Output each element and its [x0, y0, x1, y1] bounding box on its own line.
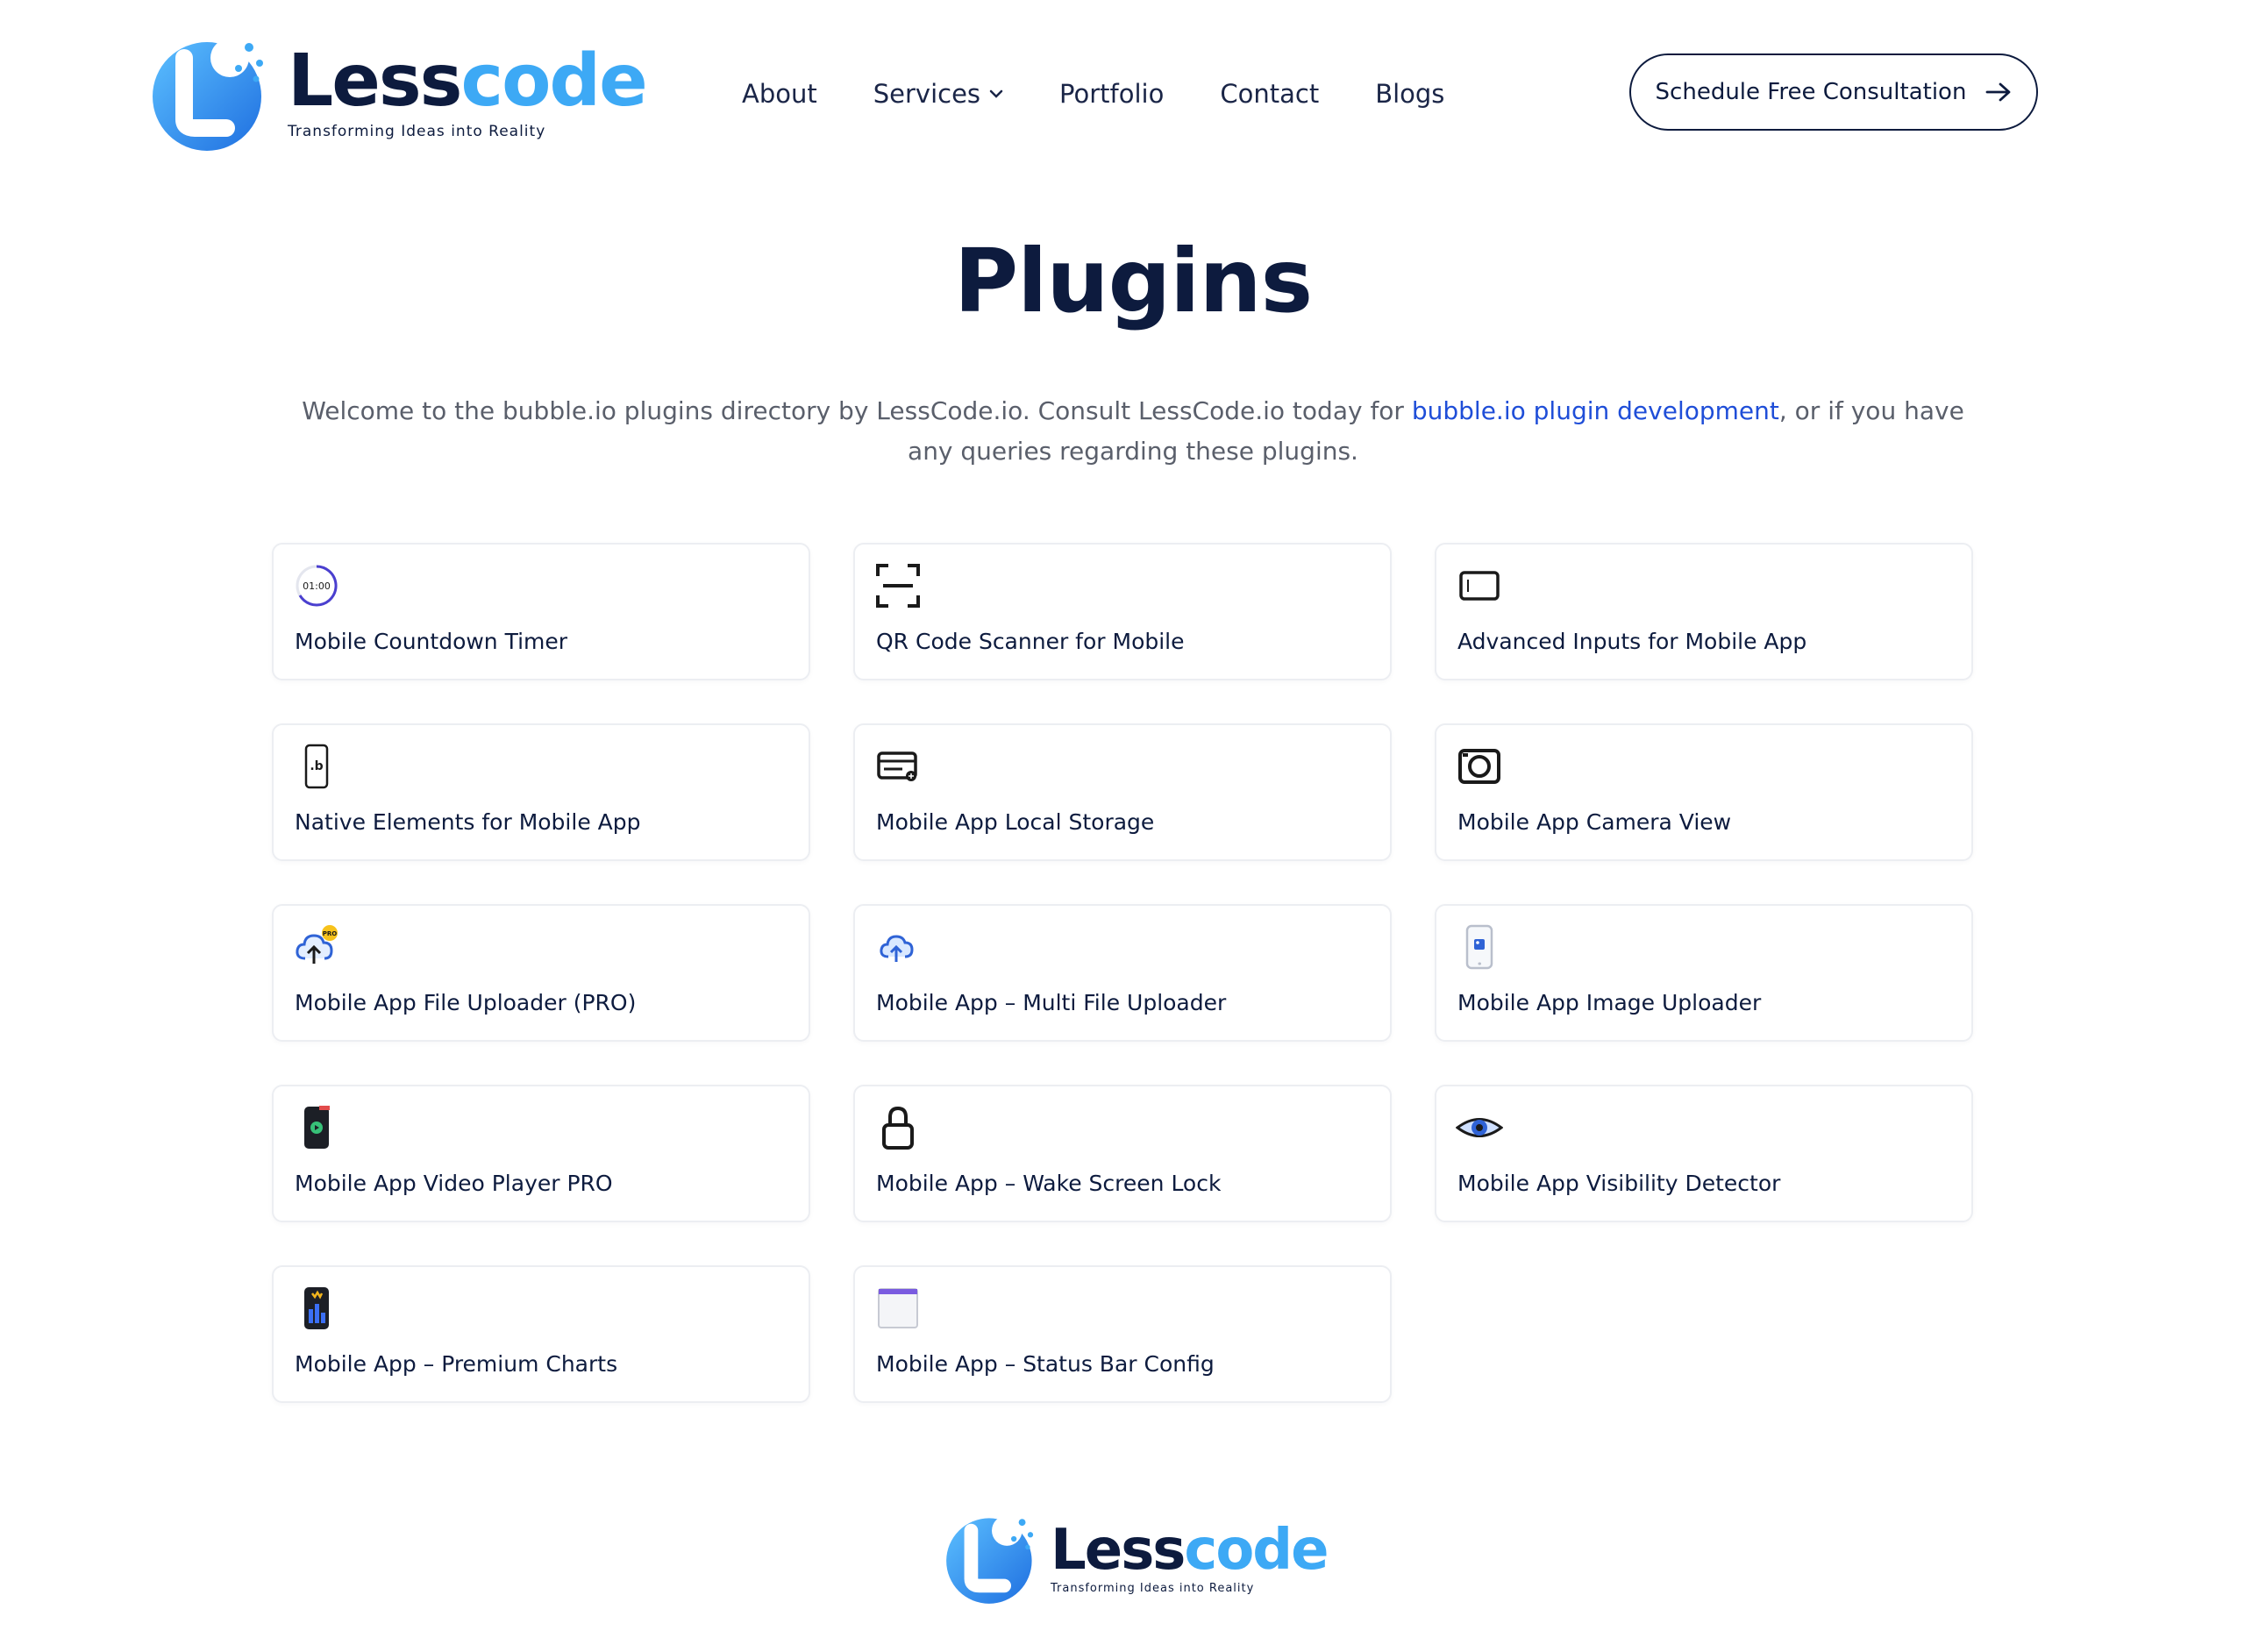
- plugin-card-native-elements[interactable]: .b Native Elements for Mobile App: [272, 723, 810, 861]
- plugin-card-countdown-timer[interactable]: 01:00 Mobile Countdown Timer: [272, 543, 810, 680]
- cloud-upload-icon: [874, 923, 922, 971]
- plugin-card-multi-file-uploader[interactable]: Mobile App – Multi File Uploader: [853, 904, 1392, 1042]
- plugin-card-status-bar-config[interactable]: Mobile App – Status Bar Config: [853, 1265, 1392, 1403]
- camera-icon: [1456, 743, 1503, 790]
- main-nav: About Services Portfolio Contact Blogs: [742, 79, 1500, 109]
- svg-text:01:00: 01:00: [303, 580, 331, 592]
- nav-about[interactable]: About: [742, 79, 817, 109]
- plugin-card-file-uploader-pro[interactable]: PRO Mobile App File Uploader (PRO): [272, 904, 810, 1042]
- footer-logo[interactable]: Lesscode Transforming Ideas into Reality: [944, 1510, 1329, 1606]
- plugin-name: Mobile App – Status Bar Config: [876, 1351, 1215, 1377]
- arrow-right-icon: [1986, 82, 2011, 102]
- plugin-card-visibility-detector[interactable]: Mobile App Visibility Detector: [1435, 1085, 1973, 1222]
- logo-wordmark: Lesscode: [1051, 1517, 1329, 1583]
- chevron-down-icon: [989, 89, 1003, 98]
- nav-portfolio[interactable]: Portfolio: [1059, 79, 1164, 109]
- plugin-card-video-player-pro[interactable]: Mobile App Video Player PRO: [272, 1085, 810, 1222]
- qr-scan-icon: [874, 562, 922, 609]
- plugin-name: Native Elements for Mobile App: [295, 809, 641, 835]
- cloud-upload-pro-icon: PRO: [293, 923, 340, 971]
- plugin-name: Mobile App File Uploader (PRO): [295, 990, 637, 1015]
- padlock-icon: [874, 1104, 922, 1151]
- cta-label: Schedule Free Consultation: [1655, 79, 1967, 105]
- phone-bubble-icon: .b: [293, 743, 340, 790]
- plugin-card-qr-scanner[interactable]: QR Code Scanner for Mobile: [853, 543, 1392, 680]
- lesscode-logo-icon: [153, 39, 263, 151]
- lesscode-logo-icon: [946, 1515, 1034, 1604]
- logo-wordmark: Lesscode: [288, 39, 648, 123]
- status-bar-window-icon: [874, 1285, 922, 1332]
- plugin-name: Mobile App – Wake Screen Lock: [876, 1171, 1222, 1196]
- phone-image-icon: [1456, 923, 1503, 971]
- plugin-card-image-uploader[interactable]: Mobile App Image Uploader: [1435, 904, 1973, 1042]
- nav-services[interactable]: Services: [873, 79, 1003, 109]
- plugin-card-wake-screen-lock[interactable]: Mobile App – Wake Screen Lock: [853, 1085, 1392, 1222]
- schedule-consultation-button[interactable]: Schedule Free Consultation: [1629, 53, 2038, 131]
- plugin-name: Mobile App Image Uploader: [1457, 990, 1762, 1015]
- plugin-name: Mobile App – Premium Charts: [295, 1351, 618, 1377]
- nav-contact[interactable]: Contact: [1220, 79, 1319, 109]
- plugin-name: Mobile App Local Storage: [876, 809, 1155, 835]
- svg-text:.b: .b: [310, 759, 323, 773]
- plugin-development-link[interactable]: bubble.io plugin development: [1412, 396, 1779, 425]
- plugin-name: Advanced Inputs for Mobile App: [1457, 629, 1807, 654]
- phone-video-icon: [293, 1104, 340, 1151]
- phone-chart-icon: [293, 1285, 340, 1332]
- header-logo[interactable]: Lesscode Transforming Ideas into Reality: [149, 32, 648, 154]
- plugin-name: QR Code Scanner for Mobile: [876, 629, 1185, 654]
- plugin-card-camera-view[interactable]: Mobile App Camera View: [1435, 723, 1973, 861]
- svg-text:PRO: PRO: [323, 930, 338, 937]
- plugin-card-premium-charts[interactable]: Mobile App – Premium Charts: [272, 1265, 810, 1403]
- local-storage-icon: [874, 743, 922, 790]
- page-title: Plugins: [953, 230, 1313, 332]
- plugin-name: Mobile App Video Player PRO: [295, 1171, 613, 1196]
- plugin-name: Mobile App Visibility Detector: [1457, 1171, 1781, 1196]
- input-box-icon: [1456, 562, 1503, 609]
- countdown-timer-icon: 01:00: [293, 562, 340, 609]
- plugin-card-advanced-inputs[interactable]: Advanced Inputs for Mobile App: [1435, 543, 1973, 680]
- plugin-card-local-storage[interactable]: Mobile App Local Storage: [853, 723, 1392, 861]
- plugin-name: Mobile Countdown Timer: [295, 629, 568, 654]
- plugin-name: Mobile App – Multi File Uploader: [876, 990, 1227, 1015]
- plugin-name: Mobile App Camera View: [1457, 809, 1732, 835]
- logo-tagline: Transforming Ideas into Reality: [288, 123, 546, 140]
- nav-blogs[interactable]: Blogs: [1375, 79, 1444, 109]
- logo-tagline: Transforming Ideas into Reality: [1051, 1581, 1255, 1595]
- eye-icon: [1456, 1104, 1503, 1151]
- intro-text: Welcome to the bubble.io plugins directo…: [302, 396, 1964, 466]
